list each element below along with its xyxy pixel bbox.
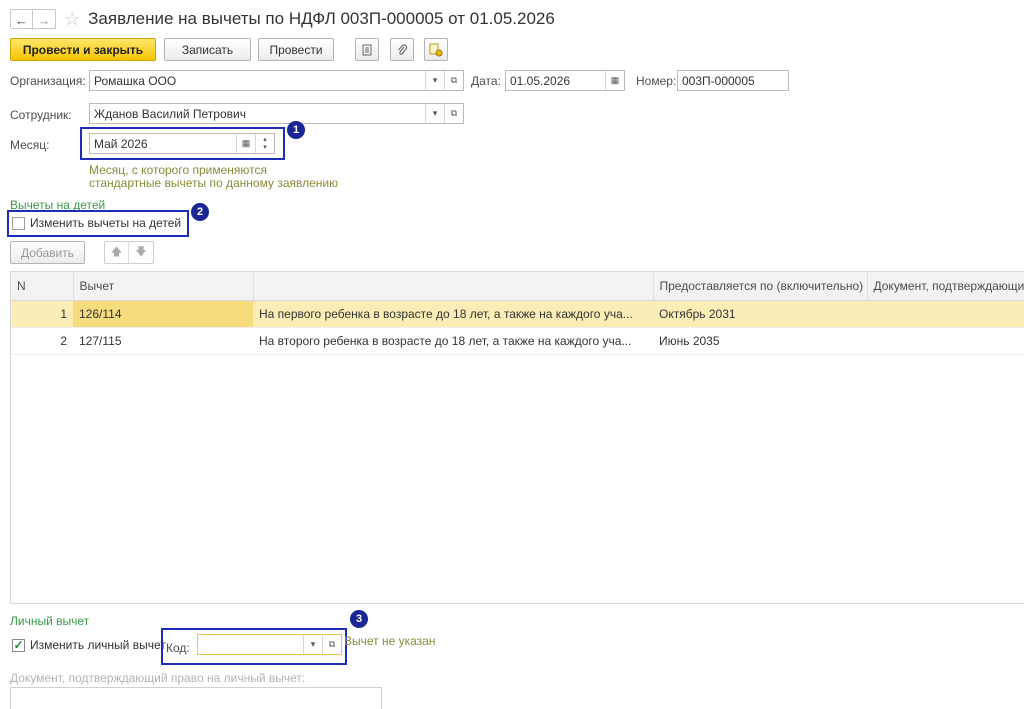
deductions-table: N Вычет Предоставляется по (включительно… (10, 271, 1024, 604)
save-button[interactable]: Записать (164, 38, 251, 61)
report-list-button[interactable] (355, 38, 379, 61)
personal-document-field[interactable] (10, 687, 382, 709)
column-header-description[interactable] (253, 272, 654, 301)
open-link-icon[interactable]: ⧉ (444, 71, 463, 90)
table-row[interactable]: 2 127/115 На второго ребенка в возрасте … (11, 327, 1024, 355)
badge-2: 2 (191, 203, 209, 221)
add-button[interactable]: Добавить (10, 241, 85, 264)
document-structure-icon (429, 43, 443, 56)
change-personal-checkbox[interactable]: ✓ Изменить личный вычет (12, 638, 166, 652)
post-button[interactable]: Провести (258, 38, 334, 61)
checkbox-checked-icon[interactable]: ✓ (12, 638, 25, 652)
month-hint-line-2: стандартные вычеты по данному заявлению (89, 176, 339, 190)
number-value: 003П-000005 (682, 73, 755, 88)
table-header-row: N Вычет Предоставляется по (включительно… (11, 272, 1024, 301)
organization-field[interactable]: Ромашка ООО ▾ ⧉ (89, 70, 464, 91)
move-up-icon[interactable]: 🡅 (105, 242, 129, 263)
employee-label: Сотрудник: (10, 108, 72, 122)
personal-section-title: Личный вычет (10, 614, 90, 628)
column-header-document[interactable]: Документ, подтверждающий (867, 272, 1024, 301)
dropdown-arrow-icon[interactable]: ▾ (425, 71, 444, 90)
employee-field[interactable]: Жданов Василий Петрович ▾ ⧉ (89, 103, 464, 124)
month-label: Месяц: (10, 138, 50, 152)
column-header-deduction[interactable]: Вычет (73, 272, 254, 301)
organization-label: Организация: (10, 74, 86, 88)
number-field[interactable]: 003П-000005 (677, 70, 789, 91)
dropdown-arrow-icon[interactable]: ▾ (303, 635, 322, 654)
calendar-icon[interactable]: ▦ (236, 134, 255, 153)
cell-description: На первого ребенка в возрасте до 18 лет,… (253, 300, 653, 328)
personal-document-label: Документ, подтверждающий право на личный… (10, 671, 306, 685)
cell-until[interactable]: Октябрь 2031 (653, 300, 867, 328)
deductions-grid: N Вычет Предоставляется по (включительно… (11, 272, 1024, 355)
date-field[interactable]: 01.05.2026 ▦ (505, 70, 625, 91)
move-down-icon[interactable]: 🡇 (129, 242, 153, 263)
list-icon (362, 44, 372, 55)
checkbox-unchecked[interactable] (12, 216, 25, 230)
not-specified-text: Вычет не указан (344, 634, 436, 648)
move-buttons: 🡅 🡇 (104, 241, 154, 264)
post-and-close-button[interactable]: Провести и закрыть (10, 38, 156, 61)
calendar-icon[interactable]: ▦ (605, 71, 624, 90)
favorite-star-icon[interactable]: ☆ (64, 9, 80, 30)
cell-description: На второго ребенка в возрасте до 18 лет,… (253, 327, 653, 355)
cell-n: 2 (11, 327, 73, 355)
cell-until[interactable]: Июнь 2035 (653, 327, 867, 355)
month-value: Май 2026 (94, 136, 148, 151)
attach-files-button[interactable] (390, 38, 414, 61)
employee-value: Жданов Василий Петрович (94, 106, 246, 121)
date-value: 01.05.2026 (510, 73, 571, 88)
organization-value: Ромашка ООО (94, 73, 177, 88)
change-children-checkbox[interactable]: Изменить вычеты на детей (12, 216, 181, 230)
cell-code[interactable]: 127/115 (73, 327, 253, 355)
badge-3: 3 (350, 610, 368, 628)
month-stepper[interactable]: ▴ ▾ (255, 134, 274, 153)
forward-icon[interactable]: → (33, 10, 55, 30)
badge-1: 1 (287, 121, 305, 139)
column-header-n[interactable]: N (11, 272, 74, 301)
code-label: Код: (166, 641, 190, 655)
date-label: Дата: (471, 74, 501, 88)
page-title: Заявление на вычеты по НДФЛ 003П-000005 … (88, 9, 555, 28)
back-icon[interactable]: ← (11, 10, 33, 30)
title-bar: ← → ☆ Заявление на вычеты по НДФЛ 003П-0… (10, 8, 555, 30)
column-header-until[interactable]: Предоставляется по (включительно) (653, 272, 868, 301)
cell-document[interactable] (867, 327, 1024, 355)
cell-n: 1 (11, 300, 73, 328)
change-children-label: Изменить вычеты на детей (30, 216, 182, 230)
paperclip-icon (398, 43, 408, 55)
open-link-icon[interactable]: ⧉ (444, 104, 463, 123)
change-personal-label: Изменить личный вычет (30, 638, 166, 652)
dropdown-arrow-icon[interactable]: ▾ (425, 104, 444, 123)
code-field[interactable]: ▾ ⧉ (197, 634, 342, 655)
table-row[interactable]: 1 126/114 На первого ребенка в возрасте … (11, 300, 1024, 328)
month-field[interactable]: Май 2026 ▦ ▴ ▾ (89, 133, 275, 154)
structure-button[interactable] (424, 38, 448, 61)
number-label: Номер: (636, 74, 677, 88)
cell-code[interactable]: 126/114 (73, 300, 253, 328)
open-link-icon[interactable]: ⧉ (322, 635, 341, 654)
cell-document[interactable] (867, 300, 1024, 328)
